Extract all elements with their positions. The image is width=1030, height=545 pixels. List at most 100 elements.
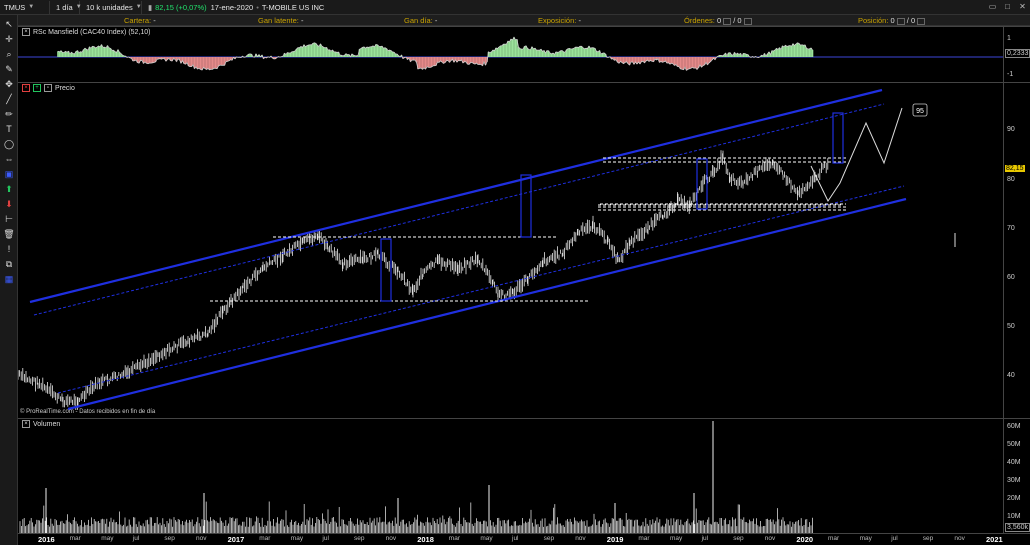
panel-close-icon[interactable]: × <box>22 84 30 92</box>
ordenes-label: Órdenes: <box>684 16 715 25</box>
portfolio-bar: Cartera: - Gan latente: - Gan día: - Exp… <box>18 15 1030 26</box>
indicator-panel: × RSc Mansfield (CAC40 Index) (52,10) 1 … <box>18 26 1030 82</box>
volume-panel: × Volumen 60M 50M 40M 30M 20M 10M 3,560k <box>18 418 1030 534</box>
timeframe-selector[interactable]: 1 día ▼ <box>52 0 82 14</box>
chevron-down-icon: ▼ <box>28 4 35 10</box>
posicion-value: 0 <box>890 16 895 25</box>
indicator-scale: 1 0,2333 -1 <box>1003 27 1030 82</box>
chevron-down-icon: ▼ <box>135 4 142 10</box>
arrow-down-icon[interactable]: ⬇ <box>3 198 15 210</box>
vol-tick-40m: 40M <box>1007 459 1021 466</box>
channel-lower-inner-line[interactable] <box>57 185 905 394</box>
panel-close-icon[interactable]: × <box>22 420 30 428</box>
indicator-title: × RSc Mansfield (CAC40 Index) (52,10) <box>22 28 151 36</box>
price-tick-90: 90 <box>1007 126 1015 133</box>
vol-tick-30m: 30M <box>1007 477 1021 484</box>
move-icon[interactable]: ✥ <box>3 78 15 90</box>
trash-icon[interactable]: 🗑 <box>3 228 15 240</box>
maximize-icon[interactable]: □ <box>1002 1 1013 12</box>
ordenes-value-2: 0 <box>737 16 742 25</box>
price-tick-60: 60 <box>1007 274 1015 281</box>
price-plot[interactable]: 95 <box>18 83 1003 418</box>
ganancia-label: Gan latente: <box>258 16 299 25</box>
volume-plot[interactable] <box>18 419 1003 534</box>
channel-upper-inner-line[interactable] <box>33 103 885 316</box>
top-toolbar: TMUS ▼ 1 día ▼ 10 k unidades ▼ ▮ 82,15 (+0,… <box>0 0 1030 15</box>
watermark: © ProRealTime.com - Datos recibidos en f… <box>20 409 156 415</box>
text-icon[interactable]: T <box>3 123 15 135</box>
instrument-name: T-MOBILE US INC <box>261 2 325 12</box>
symbol-label: TMUS <box>4 2 26 12</box>
cartera-value: - <box>153 16 156 25</box>
current-price-tag: 82,15 <box>1005 165 1025 172</box>
crosshair-icon[interactable]: ✛ <box>3 33 15 45</box>
ordenes-toggle-icon-2[interactable] <box>743 17 752 25</box>
marker-icon[interactable]: ! <box>3 243 15 255</box>
restore-icon[interactable]: ▭ <box>987 1 998 12</box>
panel-settings-icon[interactable]: ▫ <box>44 84 52 92</box>
vol-tick-60m: 60M <box>1007 423 1021 430</box>
channel-lower-line[interactable] <box>67 197 907 411</box>
target-label-text: 95 <box>916 108 924 115</box>
rs-plot[interactable] <box>18 27 1003 82</box>
scale-icon[interactable]: ⇔ <box>3 153 15 165</box>
line-icon[interactable]: ╱ <box>3 93 15 105</box>
quote-date: 17-ene-2020 <box>210 2 254 12</box>
price-tick-50: 50 <box>1007 323 1015 330</box>
projection-box[interactable] <box>832 112 844 164</box>
pen-icon[interactable]: ✏ <box>3 108 15 120</box>
posicion-toggle-icon[interactable] <box>896 17 905 25</box>
x-tick-label: sep <box>543 535 555 542</box>
ruler-icon[interactable]: ⊢ <box>3 213 15 225</box>
x-tick-label: sep <box>733 535 744 542</box>
copy-icon[interactable]: ⧉ <box>3 258 15 270</box>
projection-box[interactable] <box>520 174 532 238</box>
zoom-icon[interactable]: ⌕ <box>3 48 15 60</box>
price-panel: 95 × + ▫ Precio © ProRealTime.com - Dato… <box>18 82 1030 418</box>
time-axis[interactable]: 2016 mar may jul sep nov 2017 mar may jul sep nov 20… <box>18 533 1030 545</box>
vol-tick-10m: 10M <box>1007 513 1021 520</box>
posicion-label: Posición: <box>858 16 889 25</box>
arrow-up-icon[interactable]: ⬆ <box>3 183 15 195</box>
x-tick-label: nov <box>385 535 397 542</box>
units-selector[interactable]: 10 k unidades ▼ <box>82 0 142 14</box>
ordenes-value: 0 <box>716 16 722 25</box>
layers-icon[interactable]: ▦ <box>3 273 15 285</box>
target-label[interactable]: 95 <box>912 103 928 117</box>
x-tick-label: nov <box>764 535 776 542</box>
pencil-icon[interactable]: ✎ <box>3 63 15 75</box>
forecast-path[interactable] <box>810 107 903 203</box>
shape-icon[interactable]: ◯ <box>3 138 15 150</box>
projection-box[interactable] <box>696 158 708 210</box>
panel-add-icon[interactable]: + <box>33 84 41 92</box>
ordenes-field[interactable]: Órdenes: 0 / 0 <box>684 16 752 25</box>
posicion-toggle-icon-2[interactable] <box>917 17 926 25</box>
trading-app: TMUS ▼ 1 día ▼ 10 k unidades ▼ ▮ 82,15 (+0,… <box>0 0 1030 545</box>
x-tick-label: 2017 <box>227 535 245 544</box>
cursor-icon[interactable]: ↖ <box>3 18 15 30</box>
vol-tick-20m: 20M <box>1007 495 1021 502</box>
ordenes-toggle-icon[interactable] <box>723 17 732 25</box>
timeframe-label: 1 día <box>56 2 73 12</box>
x-tick-label: mar <box>69 535 81 542</box>
volume-title: × Volumen <box>22 420 60 428</box>
posicion-field[interactable]: Posición: 0 / 0 <box>858 16 926 25</box>
close-icon[interactable]: ✕ <box>1017 1 1028 12</box>
gandia-field: Gan día: - <box>404 16 437 25</box>
x-tick-label: jul <box>322 535 329 542</box>
volume-scale: 60M 50M 40M 30M 20M 10M 3,560k <box>1003 419 1030 534</box>
x-tick-label: may <box>101 535 114 542</box>
vol-tick-50m: 50M <box>1007 441 1021 448</box>
x-tick-label: may <box>859 535 872 542</box>
symbol-selector[interactable]: TMUS ▼ <box>0 0 50 14</box>
panel-close-icon[interactable]: × <box>22 28 30 36</box>
exposicion-label: Exposición: <box>538 16 577 25</box>
vol-current-value: 3,560k <box>1005 523 1030 532</box>
x-tick-label: sep <box>354 535 365 542</box>
rectangle-icon[interactable]: ▣ <box>3 168 15 180</box>
quote-value: 82,15 (+0,07%) <box>155 2 207 12</box>
rs-tick-minus1: -1 <box>1007 71 1014 78</box>
x-tick-label: may <box>670 535 683 542</box>
x-tick-label: sep <box>164 535 175 542</box>
x-tick-label: jul <box>512 535 519 542</box>
